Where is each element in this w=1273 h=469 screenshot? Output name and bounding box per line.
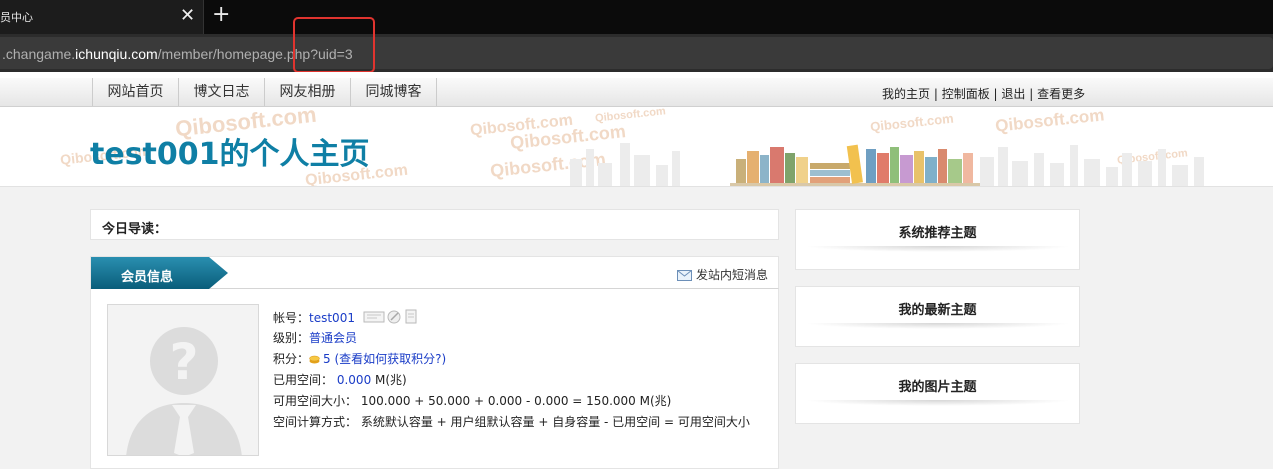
used-space-row: 已用空间： 0.000 M(兆)	[273, 370, 750, 391]
watermark-text: Qibosoft.com	[594, 107, 667, 125]
browser-tab-active[interactable]: 员中心 ✕	[0, 0, 204, 34]
member-info-header: 会员信息 发站内短消息	[90, 256, 779, 289]
top-user-links: 我的主页 | 控制面板 | 退出 | 查看更多	[882, 85, 1085, 102]
box-divider	[804, 246, 1072, 252]
image-topics-box: 我的图片主题	[795, 363, 1080, 424]
points-help-link[interactable]: (查看如何获取积分?)	[334, 352, 446, 366]
site-nav-bar: 网站首页 博文日志 网友相册 同城博客 我的主页 | 控制面板 | 退出 | 查…	[0, 78, 1273, 107]
used-space-label: 已用空间：	[273, 373, 334, 387]
latest-topics-box: 我的最新主题	[795, 286, 1080, 347]
nav-item-city-blog[interactable]: 同城博客	[351, 78, 437, 106]
nav-item-home[interactable]: 网站首页	[93, 78, 179, 106]
latest-topics-title: 我的最新主题	[898, 303, 977, 318]
edit-icon	[387, 310, 401, 324]
send-message-link[interactable]: 发站内短消息	[677, 266, 768, 283]
level-value[interactable]: 普通会员	[309, 331, 357, 345]
watermark-text: Qibosoft.com	[994, 107, 1106, 136]
box-divider	[804, 323, 1072, 329]
tab-title: 员中心	[0, 11, 33, 24]
today-guide-box: 今日导读：	[90, 209, 779, 240]
available-space-label: 可用空间大小：	[273, 394, 358, 408]
space-formula-value: 系统默认容量 + 用户组默认容量 + 自身容量 - 已用空间 = 可用空间大小	[360, 415, 750, 429]
account-label: 帐号：	[273, 311, 310, 325]
space-formula-row: 空间计算方式： 系统默认容量 + 用户组默认容量 + 自身容量 - 已用空间 =…	[273, 412, 750, 433]
member-info-tab[interactable]: 会员信息	[121, 266, 173, 285]
points-value: 5	[323, 352, 331, 366]
svg-text:?: ?	[169, 333, 198, 391]
recommended-topics-box: 系统推荐主题	[795, 209, 1080, 270]
available-space-value: 100.000 + 50.000 + 0.000 - 0.000 = 150.0…	[360, 394, 672, 408]
space-formula-label: 空间计算方式：	[273, 415, 358, 429]
nav-item-album[interactable]: 网友相册	[265, 78, 351, 106]
default-avatar-icon: ?	[108, 305, 258, 455]
note-icon	[405, 309, 417, 324]
image-topics-title: 我的图片主题	[898, 380, 977, 395]
url-prefix: .changame.	[2, 46, 76, 62]
page-title: test001的个人主页	[90, 137, 370, 172]
contact-icons	[363, 309, 417, 324]
link-separator: |	[1025, 87, 1038, 101]
plus-icon[interactable]: +	[212, 2, 230, 28]
points-row: 积分： 5 (查看如何获取积分?)	[273, 349, 750, 370]
watermark-text: Qibosoft.com	[869, 110, 955, 135]
send-message-label: 发站内短消息	[696, 268, 769, 282]
member-details: 帐号：test001 级别：普通会员 积分： 5 (查看如何获取积分?) 已用空…	[273, 307, 750, 433]
link-separator: |	[930, 87, 942, 101]
nav-item-blog[interactable]: 博文日志	[179, 78, 265, 106]
mail-icon	[677, 270, 692, 281]
account-value[interactable]: test001	[309, 311, 355, 325]
url-input[interactable]: .changame.ichunqiu.com/member/homepage.p…	[0, 37, 1273, 69]
account-row: 帐号：test001	[273, 307, 750, 328]
recommended-topics-title: 系统推荐主题	[898, 226, 977, 241]
today-guide-label: 今日导读：	[102, 222, 168, 237]
used-space-unit: M(兆)	[371, 373, 407, 387]
used-space-value: 0.000	[336, 373, 372, 387]
level-row: 级别：普通会员	[273, 328, 750, 349]
browser-address-bar: .changame.ichunqiu.com/member/homepage.p…	[0, 34, 1273, 72]
box-divider	[804, 400, 1072, 406]
link-control-panel[interactable]: 控制面板	[942, 87, 990, 101]
message-icon	[363, 311, 385, 323]
bookshelf-decoration	[730, 144, 980, 186]
available-space-row: 可用空间大小： 100.000 + 50.000 + 0.000 - 0.000…	[273, 391, 750, 412]
profile-banner: Qibosoft.com Qibosoft.com Qibosoft.com Q…	[0, 107, 1273, 187]
points-label: 积分：	[273, 352, 310, 366]
coin-icon	[309, 355, 320, 364]
level-label: 级别：	[273, 331, 310, 345]
avatar: ?	[107, 304, 259, 456]
link-my-homepage[interactable]: 我的主页	[882, 87, 930, 101]
link-logout[interactable]: 退出	[1001, 87, 1025, 101]
close-icon[interactable]: ✕	[180, 5, 195, 27]
link-separator: |	[989, 87, 1002, 101]
url-host: ichunqiu.com	[75, 46, 158, 62]
link-see-more[interactable]: 查看更多	[1037, 87, 1085, 101]
url-param-highlight-box	[293, 17, 375, 73]
browser-tab-bar: 员中心 ✕ +	[0, 0, 1273, 34]
member-info-body: ? 帐号：test001 级别：普通会员 积分： 5 (查看如何获取积分?) 已…	[90, 289, 779, 469]
